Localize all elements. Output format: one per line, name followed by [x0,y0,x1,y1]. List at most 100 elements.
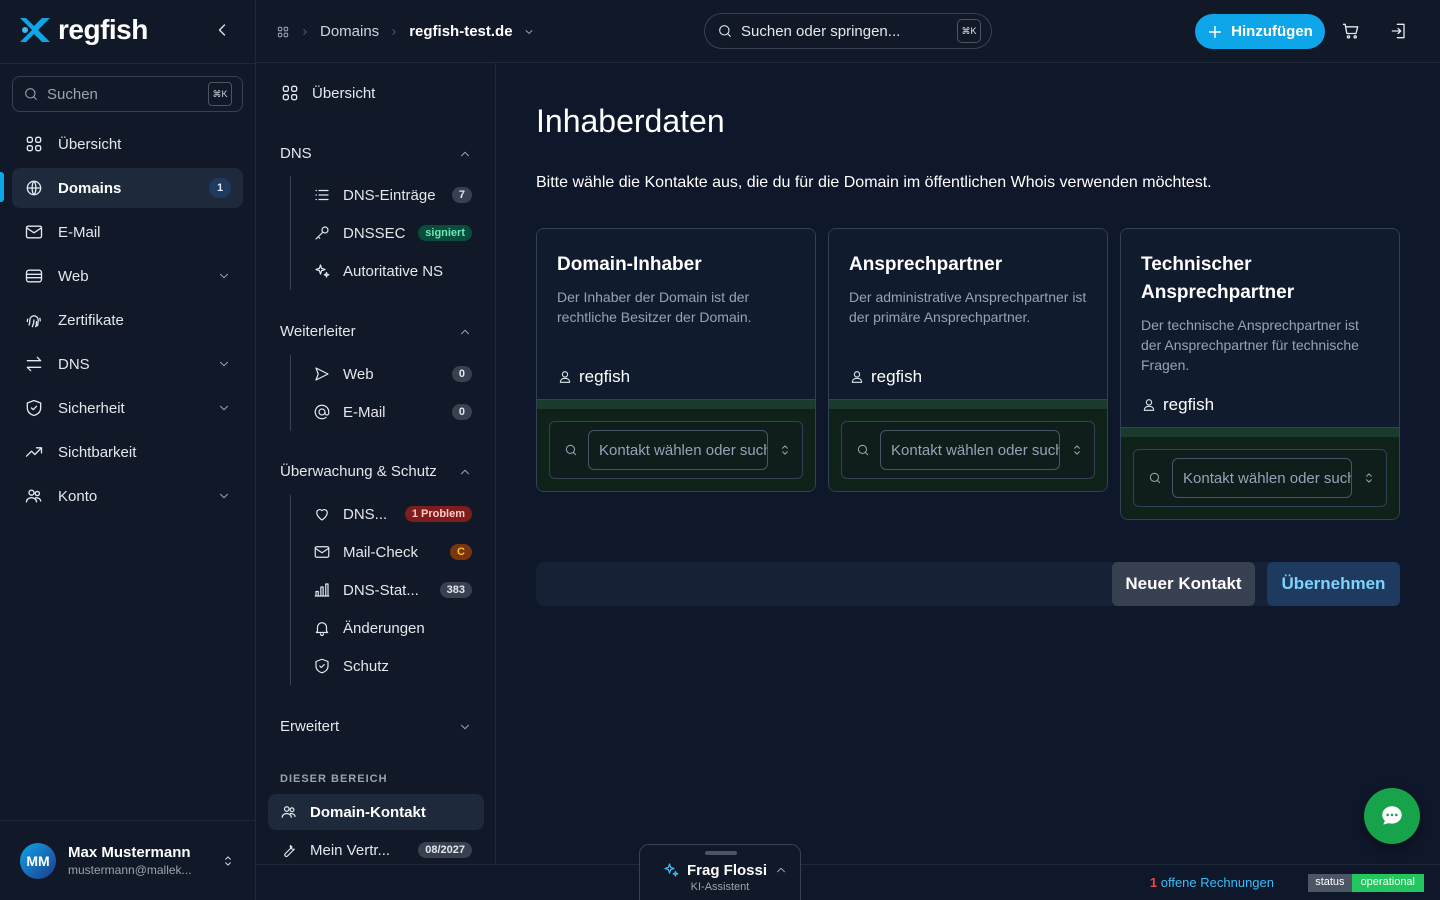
collapse-sidebar-button[interactable] [212,20,234,42]
contact-combobox[interactable]: Kontakt wählen oder suchen [549,421,803,479]
topbar: Domains regfish-test.de Suchen oder spri… [256,0,1440,63]
user-info: Max Mustermann mustermann@mallek... [68,844,192,877]
nav-item-visibility[interactable]: Sichtbarkeit [12,432,243,472]
subnav-item-web-forward[interactable]: Web 0 [291,355,472,393]
new-contact-button[interactable]: Neuer Kontakt [1112,562,1255,606]
contact-combobox[interactable]: Kontakt wählen oder suchen [1133,449,1387,507]
user-name: Max Mustermann [68,844,191,861]
contact-card-tech: Technischer Ansprechpartner Der technisc… [1120,228,1400,520]
cart-button[interactable] [1341,21,1361,41]
subnav-item-domain-contact[interactable]: Domain-Kontakt [268,794,484,830]
subnav-section-monitoring[interactable]: Überwachung & Schutz [280,463,472,480]
subnav-item-authoritative-ns[interactable]: Autoritative NS [291,252,472,290]
nav-item-overview[interactable]: Übersicht [12,124,243,164]
breadcrumb: Domains regfish-test.de [276,0,535,63]
subnav-item-dns-records[interactable]: DNS-Einträge 7 [291,176,472,214]
contact-search-input[interactable]: Kontakt wählen oder suchen [1172,458,1352,498]
chevron-updown-icon[interactable] [778,443,792,457]
nav-item-certificates[interactable]: Zertifikate [12,300,243,340]
item-label: DNSSEC [343,224,406,242]
breadcrumb-current-domain[interactable]: regfish-test.de [409,23,512,40]
contact-search-input[interactable]: Kontakt wählen oder suchen [880,430,1060,470]
chat-button[interactable] [1364,788,1420,844]
subnav-item-changes[interactable]: Änderungen [291,609,472,647]
chevron-right-icon [303,28,307,35]
card-description: Der Inhaber der Domain ist der rechtlich… [557,289,752,325]
user-menu[interactable]: MM Max Mustermann mustermann@mallek... [0,820,255,900]
subnav-section-advanced[interactable]: Erweitert [280,718,472,735]
subnav-section-forwarders[interactable]: Weiterleiter [280,323,472,340]
contact-search-input[interactable]: Kontakt wählen oder suchen [588,430,768,470]
subnav-item-email-forward[interactable]: E-Mail 0 [291,393,472,431]
chevron-down-icon[interactable] [523,26,535,38]
subnav-section-dns[interactable]: DNS [280,145,472,162]
subnav-item-mail-check[interactable]: Mail-Check C [291,533,472,571]
subnav-item-dns-stats[interactable]: DNS-Stat... 383 [291,571,472,609]
subnav-item-dnssec[interactable]: DNSSEC signiert [291,214,472,252]
main-content: Inhaberdaten Bitte wähle die Kontakte au… [496,63,1440,900]
search-icon [857,444,869,456]
at-icon [314,404,330,420]
page-title: Inhaberdaten [536,103,725,139]
open-invoices-link[interactable]: 1 offene Rechnungen [1150,875,1274,890]
nav-item-security[interactable]: Sicherheit [12,388,243,428]
chevron-left-icon [218,24,226,36]
subnav-item-protection[interactable]: Schutz [291,647,472,685]
grid-icon[interactable] [276,25,290,39]
chevron-updown-icon[interactable] [1070,443,1084,457]
search-icon [565,444,577,456]
apply-button[interactable]: Übernehmen [1267,562,1400,606]
nav-label: Übersicht [58,135,122,153]
item-label: DNS... [343,505,388,523]
action-bar: Neuer Kontakt Übernehmen [536,562,1400,606]
add-button[interactable]: Hinzufügen [1195,14,1325,49]
nav-label: Zertifikate [58,311,124,329]
card-footer: Kontakt wählen oder suchen [537,409,815,491]
chevron-up-icon [777,867,786,873]
brand-logo[interactable]: regfish [16,14,148,46]
nav-item-email[interactable]: E-Mail [12,212,243,252]
footer: 1 offene Rechnungen status operational [256,864,1440,900]
card-divider [1121,427,1399,437]
drag-handle[interactable] [705,851,737,855]
chevron-updown-icon[interactable] [1362,471,1376,485]
card-title: Domain-Inhaber [557,254,702,275]
grid-icon [26,136,42,152]
bar-chart-icon [314,583,330,597]
users-icon [25,489,42,503]
nav-label: Sichtbarkeit [58,443,137,461]
nav-item-account[interactable]: Konto [12,476,243,516]
card-description: Der technische Ansprechpartner ist der A… [1141,317,1359,373]
domains-count-badge: 1 [209,178,231,198]
card-divider [537,399,815,409]
page-intro: Bitte wähle die Kontakte aus, die du für… [536,174,1212,191]
main-nav: Übersicht Domains 1 E-Mail Web Zertifika… [12,124,243,520]
nav-item-domains[interactable]: Domains 1 [12,168,243,208]
nav-item-web[interactable]: Web [12,256,243,296]
nav-label: Domains [58,179,122,197]
chevron-up-icon [460,329,470,334]
mail-icon [25,225,43,239]
nav-label: Konto [58,487,98,505]
global-search[interactable]: Suchen oder springen... ⌘K [704,13,992,49]
card-body: Ansprechpartner Der administrative Anspr… [829,229,1107,399]
sidebar-search[interactable]: Suchen ⌘K [12,76,243,112]
arrows-icon [26,356,42,372]
subnav-overview[interactable]: Übersicht [280,83,375,103]
sparkles-icon [664,863,679,877]
status-badge[interactable]: status operational [1308,874,1424,892]
breadcrumb-domains[interactable]: Domains [320,23,379,40]
invoice-text: offene Rechnungen [1157,875,1274,890]
search-icon [25,88,37,100]
section-title: Weiterleiter [280,323,356,340]
contact-combobox[interactable]: Kontakt wählen oder suchen [841,421,1095,479]
fingerprint-icon [26,315,41,328]
subnav-item-dns-health[interactable]: DNS... 1 Problem [291,495,472,533]
subnav-item-contract[interactable]: Mein Vertr... 08/2027 [280,832,472,868]
divider [0,63,255,64]
trend-icon [25,447,43,457]
nav-item-dns[interactable]: DNS [12,344,243,384]
item-label: Änderungen [343,619,425,637]
logout-button[interactable] [1389,21,1409,41]
ai-assistant-panel[interactable]: Frag Flossi KI-Assistent [639,844,801,900]
